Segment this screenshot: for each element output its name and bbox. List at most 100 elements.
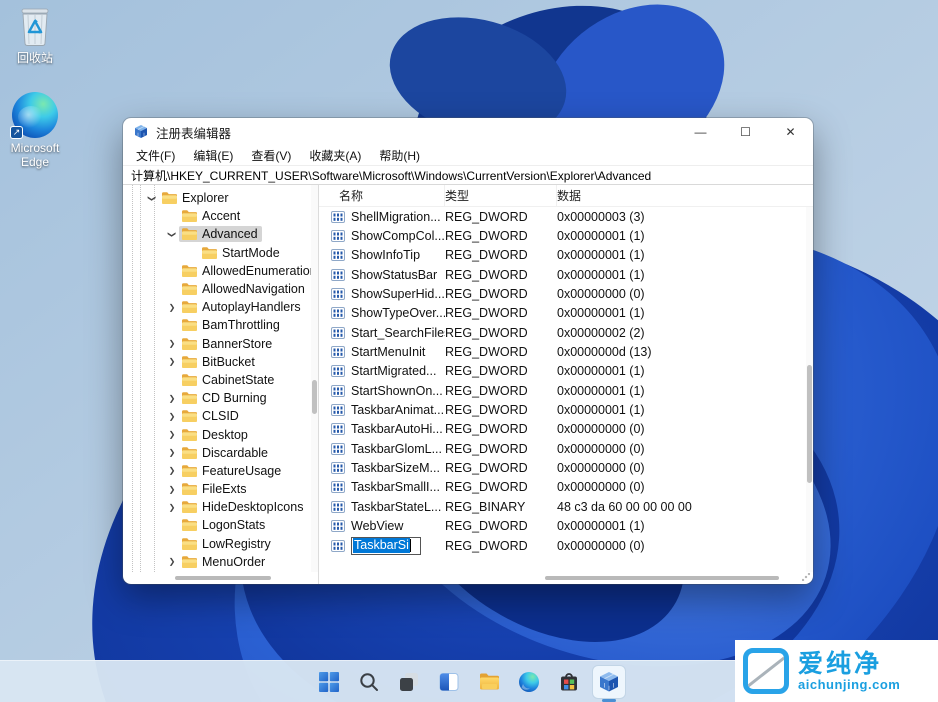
column-header-data[interactable]: 数据 [557, 185, 813, 206]
tree-item-fileexts[interactable]: ❯ FileExts [123, 480, 311, 498]
tree-item-bitbucket[interactable]: ❯ BitBucket [123, 353, 311, 371]
chevron-right-icon[interactable]: ❯ [165, 394, 179, 403]
value-type: REG_DWORD [445, 248, 557, 262]
scrollbar-thumb[interactable] [312, 380, 317, 414]
tree-item-allowedenumeration[interactable]: AllowedEnumeration [123, 262, 311, 280]
tree-item-discardable[interactable]: ❯ Discardable [123, 444, 311, 462]
registry-value-row[interactable]: StartMenuInitREG_DWORD0x0000000d (13) [319, 342, 805, 361]
list-horizontal-scrollbar[interactable] [541, 574, 795, 582]
store-button[interactable] [553, 666, 585, 698]
tree-item-explorer[interactable]: ❯ Explorer [123, 189, 311, 207]
regedit-taskbar-button[interactable] [593, 666, 625, 698]
chevron-right-icon[interactable]: ❯ [165, 412, 179, 421]
active-app-indicator [602, 699, 616, 702]
task-view-button[interactable] [393, 666, 425, 698]
search-button[interactable] [353, 666, 385, 698]
registry-value-row[interactable]: ShowTypeOver...REG_DWORD0x00000001 (1) [319, 304, 805, 323]
tree-item-autoplayhandlers[interactable]: ❯ AutoplayHandlers [123, 298, 311, 316]
tree-item-cd-burning[interactable]: ❯ CD Burning [123, 389, 311, 407]
tree-item-clsid[interactable]: ❯ CLSID [123, 407, 311, 425]
registry-value-row[interactable]: StartMigrated...REG_DWORD0x00000001 (1) [319, 362, 805, 381]
registry-value-row[interactable]: TaskbarGlomL...REG_DWORD0x00000000 (0) [319, 439, 805, 458]
chevron-right-icon[interactable]: ❯ [165, 303, 179, 312]
tree-vertical-scrollbar[interactable] [311, 185, 318, 572]
chevron-down-icon[interactable]: ❯ [168, 227, 177, 241]
scrollbar-thumb[interactable] [175, 576, 271, 580]
scrollbar-thumb[interactable] [545, 576, 779, 580]
file-explorer-button[interactable] [473, 666, 505, 698]
chevron-right-icon[interactable]: ❯ [165, 430, 179, 439]
tree-item-hidedesktopicons[interactable]: ❯ HideDesktopIcons [123, 498, 311, 516]
registry-value-panel: 名称 类型 数据 ShellMigration...REG_DWORD0x000… [319, 185, 813, 584]
tree-item-logonstats[interactable]: LogonStats [123, 516, 311, 534]
tree-item-allowednavigation[interactable]: AllowedNavigation [123, 280, 311, 298]
registry-value-row[interactable]: ShowStatusBarREG_DWORD0x00000001 (1) [319, 265, 805, 284]
registry-value-row[interactable]: TaskbarAnimat...REG_DWORD0x00000001 (1) [319, 400, 805, 419]
tree-item-menuorder[interactable]: ❯ MenuOrder [123, 553, 311, 571]
tree-item-desktop[interactable]: ❯ Desktop [123, 425, 311, 443]
tree-item-bannerstore[interactable]: ❯ BannerStore [123, 335, 311, 353]
chevron-right-icon[interactable]: ❯ [165, 466, 179, 475]
list-vertical-scrollbar[interactable] [806, 207, 813, 572]
close-button[interactable]: ✕ [768, 118, 813, 146]
menu-item[interactable]: 帮助(H) [370, 147, 429, 164]
tree-item-lowregistry[interactable]: LowRegistry [123, 535, 311, 553]
registry-value-row[interactable]: WebViewREG_DWORD0x00000001 (1) [319, 517, 805, 536]
dword-value-icon [331, 404, 345, 416]
dword-value-icon [331, 462, 345, 474]
value-type: REG_DWORD [445, 422, 557, 436]
registry-value-row[interactable]: StartShownOn...REG_DWORD0x00000001 (1) [319, 381, 805, 400]
tree-item-label: BamThrottling [202, 318, 280, 332]
chevron-right-icon[interactable]: ❯ [165, 448, 179, 457]
registry-value-row[interactable]: ShowCompCol...REG_DWORD0x00000001 (1) [319, 226, 805, 245]
desktop-icon-label: 回收站 [17, 51, 53, 65]
tree-item-advanced[interactable]: ❯ Advanced [123, 225, 311, 243]
desktop-icon-recycle-bin[interactable]: 回收站 [2, 6, 68, 65]
widgets-button[interactable] [433, 666, 465, 698]
chevron-right-icon[interactable]: ❯ [165, 503, 179, 512]
rename-edit-box[interactable]: TaskbarSi [351, 537, 421, 555]
chevron-right-icon[interactable]: ❯ [165, 339, 179, 348]
scrollbar-thumb[interactable] [807, 365, 812, 483]
chevron-down-icon[interactable]: ❯ [148, 191, 157, 205]
minimize-button[interactable]: — [678, 118, 723, 146]
folder-icon [181, 391, 198, 405]
registry-value-row[interactable]: ShowSuperHid...REG_DWORD0x00000000 (0) [319, 284, 805, 303]
tree-horizontal-scrollbar[interactable] [131, 574, 311, 582]
chevron-right-icon[interactable]: ❯ [165, 557, 179, 566]
resize-grip[interactable] [802, 573, 810, 581]
registry-value-row[interactable]: TaskbarStateL...REG_BINARY48 c3 da 60 00… [319, 497, 805, 516]
column-header-name[interactable]: 名称 [339, 185, 445, 206]
address-bar[interactable]: 计算机\HKEY_CURRENT_USER\Software\Microsoft… [123, 165, 813, 185]
dword-value-icon [331, 230, 345, 242]
tree-item-accent[interactable]: Accent [123, 207, 311, 225]
registry-value-row[interactable]: TaskbarAutoHi...REG_DWORD0x00000000 (0) [319, 420, 805, 439]
tree-item-startmode[interactable]: StartMode [123, 244, 311, 262]
value-data: 0x00000002 (2) [557, 326, 805, 340]
edit-row[interactable]: TaskbarSi REG_DWORD 0x00000000 (0) [319, 536, 805, 555]
tree-item-bamthrottling[interactable]: BamThrottling [123, 316, 311, 334]
registry-value-row[interactable]: TaskbarSmallI...REG_DWORD0x00000000 (0) [319, 478, 805, 497]
edge-button[interactable] [513, 666, 545, 698]
menu-item[interactable]: 编辑(E) [184, 147, 242, 164]
desktop-icon-microsoft-edge[interactable]: ↗ Microsoft Edge [2, 92, 68, 169]
chevron-right-icon[interactable]: ❯ [165, 357, 179, 366]
value-data: 0x00000001 (1) [557, 229, 805, 243]
value-name: TaskbarGlomL... [351, 442, 445, 456]
registry-value-row[interactable]: Start_SearchFilesREG_DWORD0x00000002 (2) [319, 323, 805, 342]
title-bar[interactable]: 注册表编辑器 — ☐ ✕ [123, 118, 813, 146]
chevron-right-icon[interactable]: ❯ [165, 485, 179, 494]
tree-item-featureusage[interactable]: ❯ FeatureUsage [123, 462, 311, 480]
maximize-button[interactable]: ☐ [723, 118, 768, 146]
column-header-type[interactable]: 类型 [445, 185, 557, 206]
start-button[interactable] [313, 666, 345, 698]
tree-item-cabinetstate[interactable]: CabinetState [123, 371, 311, 389]
watermark-domain: aichunjing.com [798, 677, 900, 692]
registry-value-row[interactable]: ShowInfoTipREG_DWORD0x00000001 (1) [319, 246, 805, 265]
menu-item[interactable]: 收藏夹(A) [300, 147, 370, 164]
menu-item[interactable]: 查看(V) [242, 147, 300, 164]
registry-value-row[interactable]: ShellMigration...REG_DWORD0x00000003 (3) [319, 207, 805, 226]
registry-value-row[interactable]: TaskbarSizeM...REG_DWORD0x00000000 (0) [319, 458, 805, 477]
value-data: 0x00000000 (0) [557, 539, 805, 553]
menu-item[interactable]: 文件(F) [127, 147, 184, 164]
